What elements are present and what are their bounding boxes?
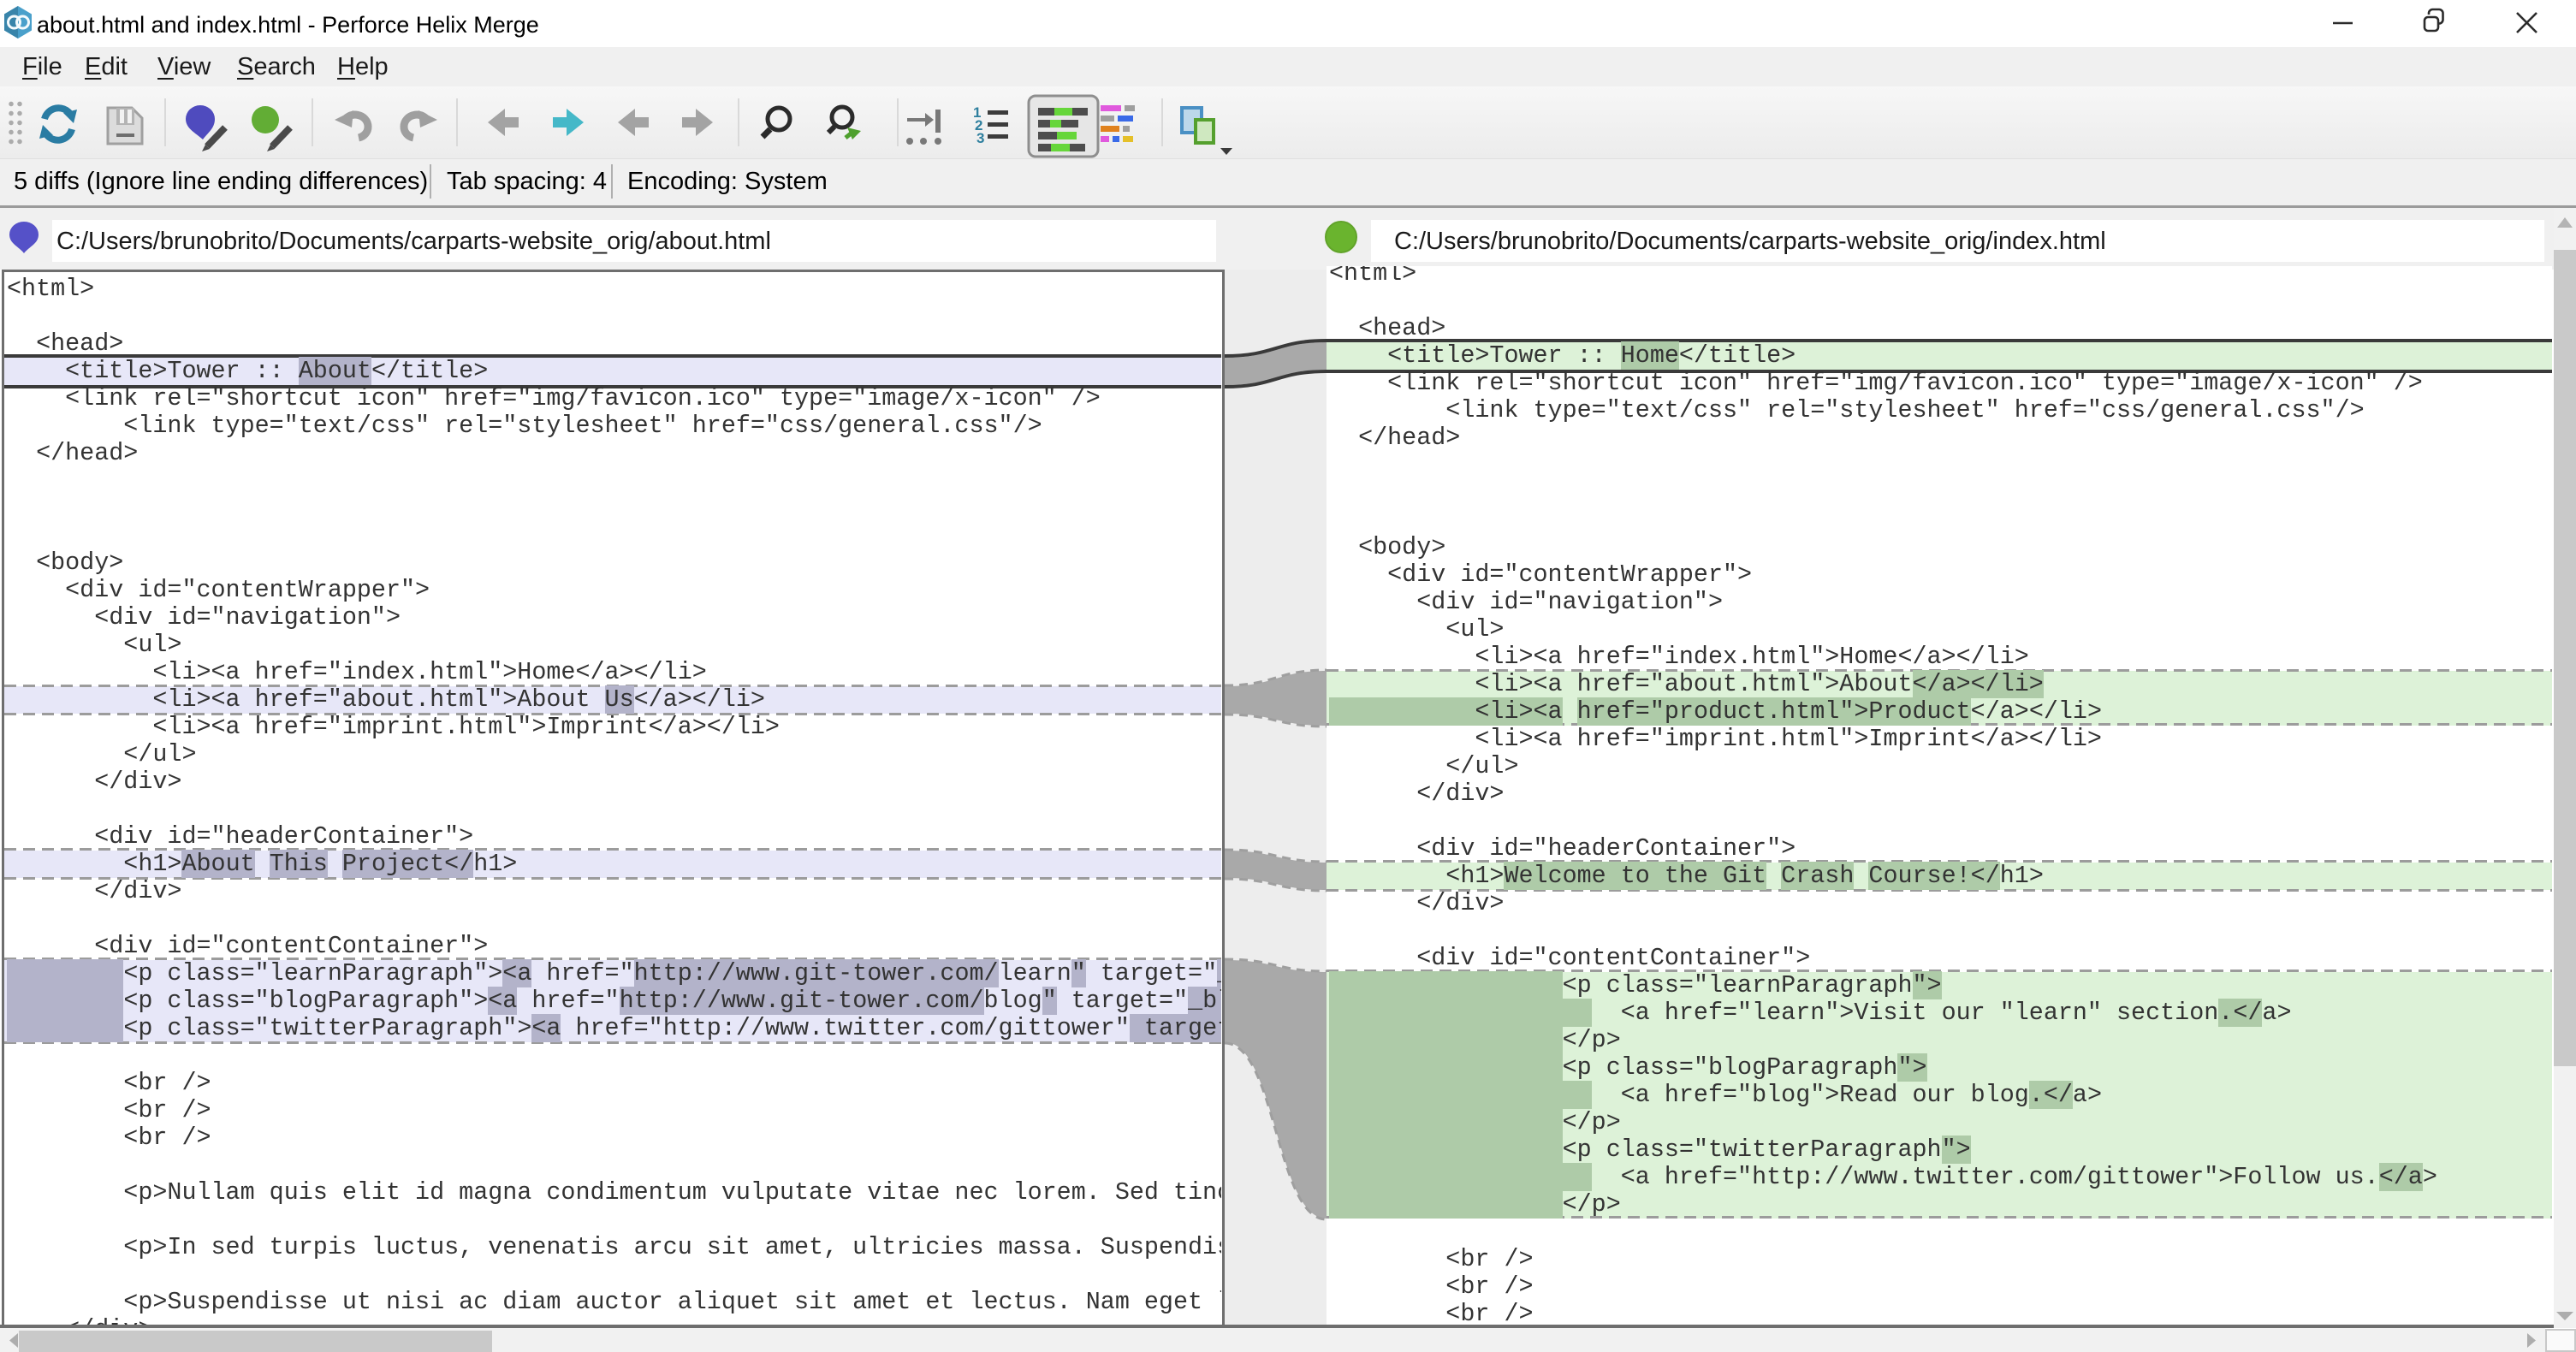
svg-text:3: 3: [976, 130, 984, 146]
